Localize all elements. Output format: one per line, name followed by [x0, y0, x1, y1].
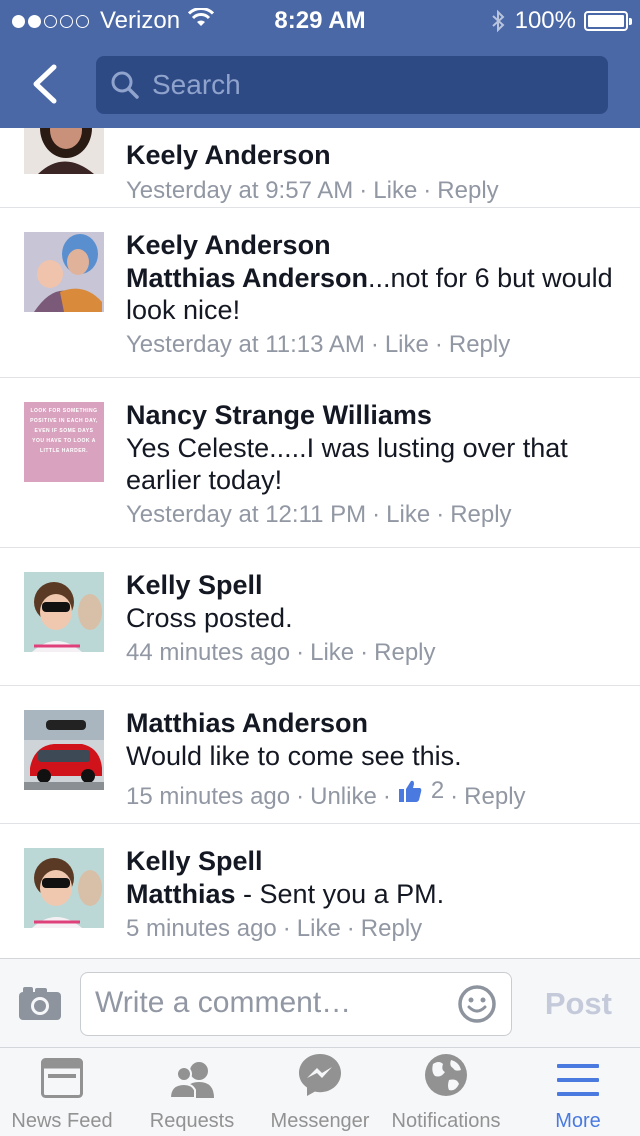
back-button[interactable]	[22, 62, 66, 106]
commenter-name[interactable]: Nancy Strange Williams	[126, 398, 620, 432]
reply-link[interactable]: Reply	[449, 331, 510, 358]
tab-news-feed[interactable]: News Feed	[0, 1048, 124, 1136]
comment-composer: Post	[0, 958, 640, 1048]
avatar[interactable]	[24, 232, 104, 312]
avatar[interactable]	[24, 128, 104, 174]
navigation-bar	[0, 40, 640, 128]
like-link[interactable]: Like	[310, 639, 354, 666]
comment-time[interactable]: 44 minutes ago	[126, 639, 290, 666]
camera-icon	[19, 987, 61, 1020]
comment-item: Kelly Spell Cross posted. 44 minutes ago…	[0, 548, 640, 686]
top-header: Verizon 8:29 AM 100%	[0, 0, 640, 128]
tab-requests[interactable]: Requests	[130, 1048, 254, 1136]
comment-input-box[interactable]	[80, 972, 512, 1036]
tab-label: Notifications	[391, 1110, 501, 1132]
bluetooth-icon	[491, 9, 505, 33]
status-bar: Verizon 8:29 AM 100%	[0, 0, 640, 40]
search-icon	[110, 70, 140, 100]
tab-label: News Feed	[11, 1110, 113, 1132]
comment-item: Kelly Spell Matthias - Sent you a PM. 5 …	[0, 824, 640, 958]
commenter-name[interactable]: Keely Anderson	[126, 138, 620, 172]
avatar[interactable]: LOOK FOR SOMETHING POSITIVE IN EACH DAY,…	[24, 402, 104, 482]
reply-link[interactable]: Reply	[437, 177, 498, 204]
camera-button[interactable]	[18, 985, 62, 1026]
tab-label: More	[555, 1110, 601, 1132]
comment-text: Matthias - Sent you a PM.	[126, 878, 620, 910]
like-link[interactable]: Like	[297, 915, 341, 942]
like-count[interactable]: 2	[397, 774, 444, 808]
comment-time[interactable]: 15 minutes ago	[126, 783, 290, 810]
comment-body: Cross posted.	[126, 603, 293, 633]
comment-body: Would like to come see this.	[126, 741, 462, 771]
comment-meta: 15 minutes ago · Unlike · 2 · Reply	[126, 774, 620, 814]
messenger-icon	[299, 1054, 341, 1096]
search-input[interactable]	[152, 69, 572, 101]
tab-label: Requests	[149, 1110, 235, 1132]
like-count-value: 2	[430, 777, 445, 804]
comment-text: Matthias Anderson...not for 6 but would …	[126, 262, 620, 326]
avatar-quote-text: LOOK FOR SOMETHING POSITIVE IN EACH DAY,…	[30, 408, 98, 454]
like-link[interactable]: Like	[373, 177, 417, 204]
commenter-name[interactable]: Kelly Spell	[126, 568, 620, 602]
thumbs-up-icon	[398, 780, 422, 802]
comment-meta: 5 minutes ago · Like · Reply	[126, 915, 423, 942]
comment-body: Yes Celeste.....I was lusting over that …	[126, 433, 568, 495]
reply-link[interactable]: Reply	[464, 783, 525, 810]
avatar[interactable]	[24, 572, 104, 652]
news-feed-icon	[41, 1058, 83, 1098]
chevron-left-icon	[33, 64, 57, 104]
hamburger-menu-icon	[557, 1064, 599, 1096]
comment-item: Matthias Anderson Would like to come see…	[0, 686, 640, 824]
battery-icon	[584, 11, 632, 31]
like-link[interactable]: Like	[385, 331, 429, 358]
reply-link[interactable]: Reply	[374, 639, 435, 666]
tagged-name[interactable]: Matthias Anderson	[126, 263, 368, 293]
comment-time[interactable]: Yesterday at 11:13 AM	[126, 331, 365, 358]
battery-percent: 100%	[514, 7, 576, 34]
comment-meta: Yesterday at 9:57 AM · Like · Reply	[126, 177, 499, 204]
comment-item: Keely Anderson Matthias Anderson...not f…	[0, 208, 640, 378]
comment-time[interactable]: 5 minutes ago	[126, 915, 277, 942]
comment-input[interactable]	[95, 973, 445, 1033]
emoji-button[interactable]	[457, 984, 497, 1029]
like-link[interactable]: Like	[386, 501, 430, 528]
commenter-name[interactable]: Matthias Anderson	[126, 706, 620, 740]
reply-link[interactable]: Reply	[361, 915, 422, 942]
comments-list[interactable]: Keely Anderson Yesterday at 9:57 AM · Like…	[0, 128, 640, 958]
tab-more[interactable]: More	[516, 1048, 640, 1136]
comment-time[interactable]: Yesterday at 9:57 AM	[126, 177, 353, 204]
tagged-name[interactable]: Matthias	[126, 879, 236, 909]
unlike-link[interactable]: Unlike	[310, 783, 377, 810]
tab-notifications[interactable]: Notifications	[384, 1048, 508, 1136]
tab-bar: News Feed Requests Messenger Notificatio…	[0, 1048, 640, 1136]
status-right: 100%	[491, 7, 632, 35]
globe-icon	[425, 1054, 467, 1096]
comment-meta: Yesterday at 12:11 PM · Like · Reply	[126, 501, 512, 528]
commenter-name[interactable]: Keely Anderson	[126, 228, 620, 262]
friend-requests-icon	[168, 1062, 214, 1098]
reply-link[interactable]: Reply	[450, 501, 511, 528]
comment-item: Keely Anderson Yesterday at 9:57 AM · Like…	[0, 128, 640, 208]
tab-messenger[interactable]: Messenger	[258, 1048, 382, 1136]
avatar[interactable]	[24, 848, 104, 928]
comment-item: LOOK FOR SOMETHING POSITIVE IN EACH DAY,…	[0, 378, 640, 548]
commenter-name[interactable]: Kelly Spell	[126, 844, 620, 878]
comment-meta: 44 minutes ago · Like · Reply	[126, 639, 436, 666]
tab-label: Messenger	[270, 1110, 370, 1132]
search-bar[interactable]	[96, 56, 608, 114]
post-button[interactable]: Post	[545, 986, 612, 1022]
avatar[interactable]	[24, 710, 104, 790]
comment-time[interactable]: Yesterday at 12:11 PM	[126, 501, 366, 528]
comment-body: - Sent you a PM.	[235, 879, 445, 909]
smiley-icon	[458, 985, 496, 1023]
comment-meta: Yesterday at 11:13 AM · Like · Reply	[126, 331, 511, 358]
